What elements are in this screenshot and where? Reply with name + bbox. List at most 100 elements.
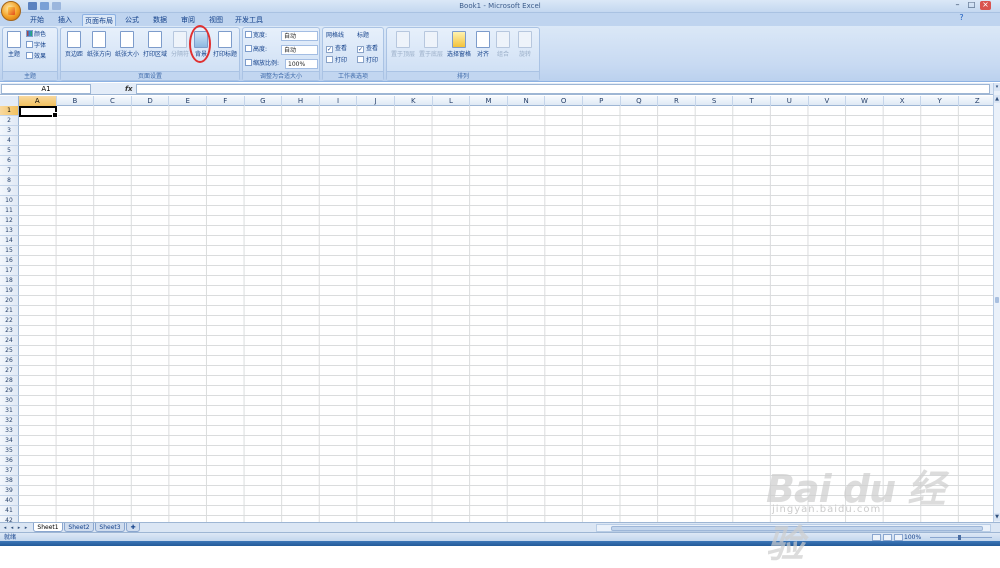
row-header[interactable]: 41 [0, 506, 19, 516]
theme-colors-button[interactable]: 颜色 [26, 30, 46, 40]
row-header[interactable]: 23 [0, 326, 19, 336]
row-header[interactable]: 10 [0, 196, 19, 206]
row-header[interactable]: 6 [0, 156, 19, 166]
column-header[interactable]: K [395, 96, 433, 106]
row-header[interactable]: 11 [0, 206, 19, 216]
sheet-tab-3[interactable]: Sheet3 [95, 523, 125, 532]
insert-sheet-icon[interactable]: ✚ [126, 523, 140, 532]
breaks-button[interactable]: 分隔符 [169, 31, 191, 69]
row-header[interactable]: 20 [0, 296, 19, 306]
row-header[interactable]: 9 [0, 186, 19, 196]
row-header[interactable]: 3 [0, 126, 19, 136]
column-header[interactable]: H [282, 96, 320, 106]
width-dropdown[interactable]: 自动 [281, 31, 318, 41]
row-header[interactable]: 4 [0, 136, 19, 146]
row-header[interactable]: 24 [0, 336, 19, 346]
themes-button[interactable]: 主题 [5, 31, 23, 69]
tab-page-layout[interactable]: 页面布局 [82, 14, 116, 26]
column-header[interactable]: B [57, 96, 95, 106]
active-cell[interactable] [19, 106, 58, 118]
tab-formulas[interactable]: 公式 [121, 14, 143, 26]
column-header[interactable]: J [357, 96, 395, 106]
column-header[interactable]: P [583, 96, 621, 106]
row-header[interactable]: 28 [0, 376, 19, 386]
maximize-button[interactable]: □ [966, 1, 977, 10]
row-header[interactable]: 31 [0, 406, 19, 416]
row-header[interactable]: 36 [0, 456, 19, 466]
row-header[interactable]: 16 [0, 256, 19, 266]
column-header[interactable]: N [508, 96, 546, 106]
gridlines-view-checkbox[interactable]: ✓ 查看 [326, 44, 347, 54]
column-header[interactable]: Q [621, 96, 659, 106]
rotate-button[interactable]: 旋转 [515, 31, 535, 69]
scroll-thumb[interactable] [995, 297, 999, 303]
row-header[interactable]: 25 [0, 346, 19, 356]
select-all-corner[interactable] [0, 96, 19, 106]
theme-fonts-button[interactable]: 字体 [26, 41, 46, 51]
row-header[interactable]: 19 [0, 286, 19, 296]
column-header[interactable]: D [132, 96, 170, 106]
undo-icon[interactable] [40, 2, 49, 10]
size-button[interactable]: 纸张大小 [113, 31, 141, 69]
row-header[interactable]: 22 [0, 316, 19, 326]
row-header[interactable]: 7 [0, 166, 19, 176]
row-header[interactable]: 1 [0, 106, 19, 116]
last-sheet-icon[interactable]: ▸ [23, 524, 29, 532]
row-header[interactable]: 18 [0, 276, 19, 286]
headings-view-checkbox[interactable]: ✓ 查看 [357, 44, 378, 54]
row-header[interactable]: 17 [0, 266, 19, 276]
column-header[interactable]: W [846, 96, 884, 106]
row-header[interactable]: 38 [0, 476, 19, 486]
row-header[interactable]: 35 [0, 446, 19, 456]
row-header[interactable]: 40 [0, 496, 19, 506]
row-header[interactable]: 29 [0, 386, 19, 396]
row-header[interactable]: 30 [0, 396, 19, 406]
tab-view[interactable]: 视图 [205, 14, 227, 26]
row-header[interactable]: 26 [0, 356, 19, 366]
margins-button[interactable]: 页边距 [63, 31, 85, 69]
help-icon[interactable]: ? [956, 14, 967, 23]
column-header[interactable]: S [696, 96, 734, 106]
first-sheet-icon[interactable]: ◂ [2, 524, 8, 532]
vertical-scrollbar[interactable]: ▾ ▲ ▼ [993, 83, 1000, 522]
tab-review[interactable]: 审阅 [177, 14, 199, 26]
row-header[interactable]: 5 [0, 146, 19, 156]
print-titles-button[interactable]: 打印标题 [211, 31, 239, 69]
column-header[interactable]: O [545, 96, 583, 106]
redo-icon[interactable] [52, 2, 61, 10]
align-button[interactable]: 对齐 [473, 31, 493, 69]
print-area-button[interactable]: 打印区域 [141, 31, 169, 69]
tab-insert[interactable]: 插入 [54, 14, 76, 26]
column-header[interactable]: C [94, 96, 132, 106]
height-dropdown[interactable]: 自动 [281, 45, 318, 55]
column-header[interactable]: Z [959, 96, 993, 106]
column-header[interactable]: U [771, 96, 809, 106]
next-sheet-icon[interactable]: ▸ [16, 524, 22, 532]
name-box[interactable]: A1 [1, 84, 91, 94]
tab-data[interactable]: 数据 [149, 14, 171, 26]
scale-stepper[interactable]: 100% [285, 59, 318, 69]
column-header[interactable]: X [884, 96, 922, 106]
row-header[interactable]: 13 [0, 226, 19, 236]
office-button[interactable] [1, 1, 21, 21]
column-header[interactable]: G [245, 96, 283, 106]
column-header[interactable]: E [169, 96, 207, 106]
row-header[interactable]: 14 [0, 236, 19, 246]
formula-input[interactable] [136, 84, 990, 94]
tab-developer[interactable]: 开发工具 [233, 14, 265, 26]
row-header[interactable]: 33 [0, 426, 19, 436]
column-header[interactable]: L [433, 96, 471, 106]
row-header[interactable]: 8 [0, 176, 19, 186]
row-header[interactable]: 37 [0, 466, 19, 476]
save-icon[interactable] [28, 2, 37, 10]
theme-effects-button[interactable]: 效果 [26, 52, 46, 62]
column-header[interactable]: M [470, 96, 508, 106]
close-button[interactable]: × [980, 1, 991, 10]
prev-sheet-icon[interactable]: ◂ [9, 524, 15, 532]
group-button[interactable]: 组合 [493, 31, 513, 69]
bring-forward-button[interactable]: 置于顶层 [389, 31, 417, 69]
row-header[interactable]: 12 [0, 216, 19, 226]
sheet-tab-1[interactable]: Sheet1 [33, 523, 63, 532]
selection-pane-button[interactable]: 选择窗格 [445, 31, 473, 69]
row-header[interactable]: 27 [0, 366, 19, 376]
